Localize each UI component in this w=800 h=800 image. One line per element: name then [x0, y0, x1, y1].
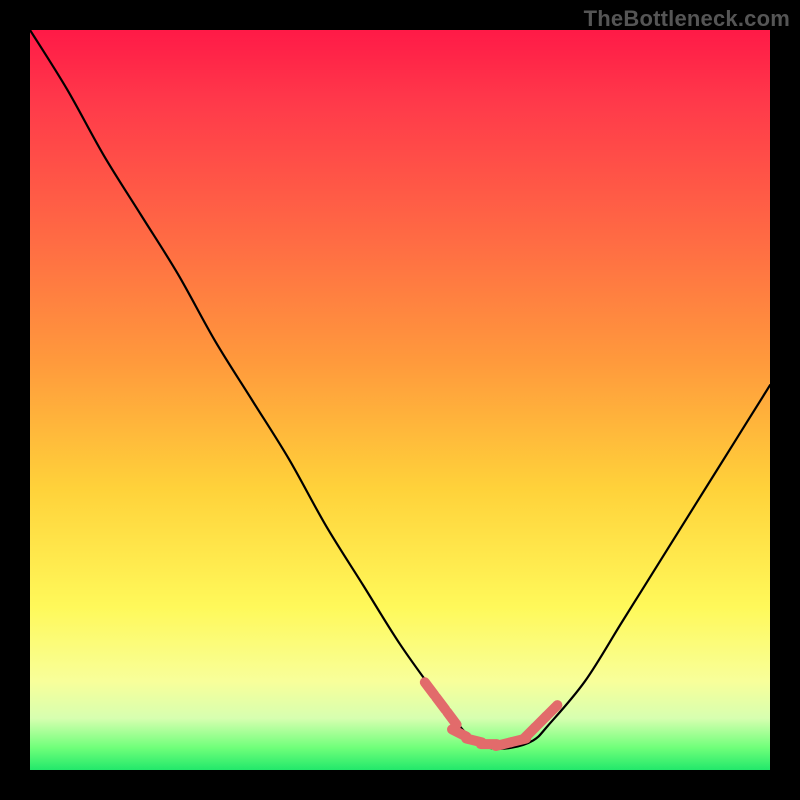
- watermark-text: TheBottleneck.com: [584, 6, 790, 32]
- curve-marker: [546, 705, 557, 716]
- curve-marker: [447, 712, 457, 725]
- chart-frame: TheBottleneck.com: [0, 0, 800, 800]
- chart-svg: [30, 30, 770, 770]
- plot-area: [30, 30, 770, 770]
- bottleneck-curve-path: [30, 30, 770, 749]
